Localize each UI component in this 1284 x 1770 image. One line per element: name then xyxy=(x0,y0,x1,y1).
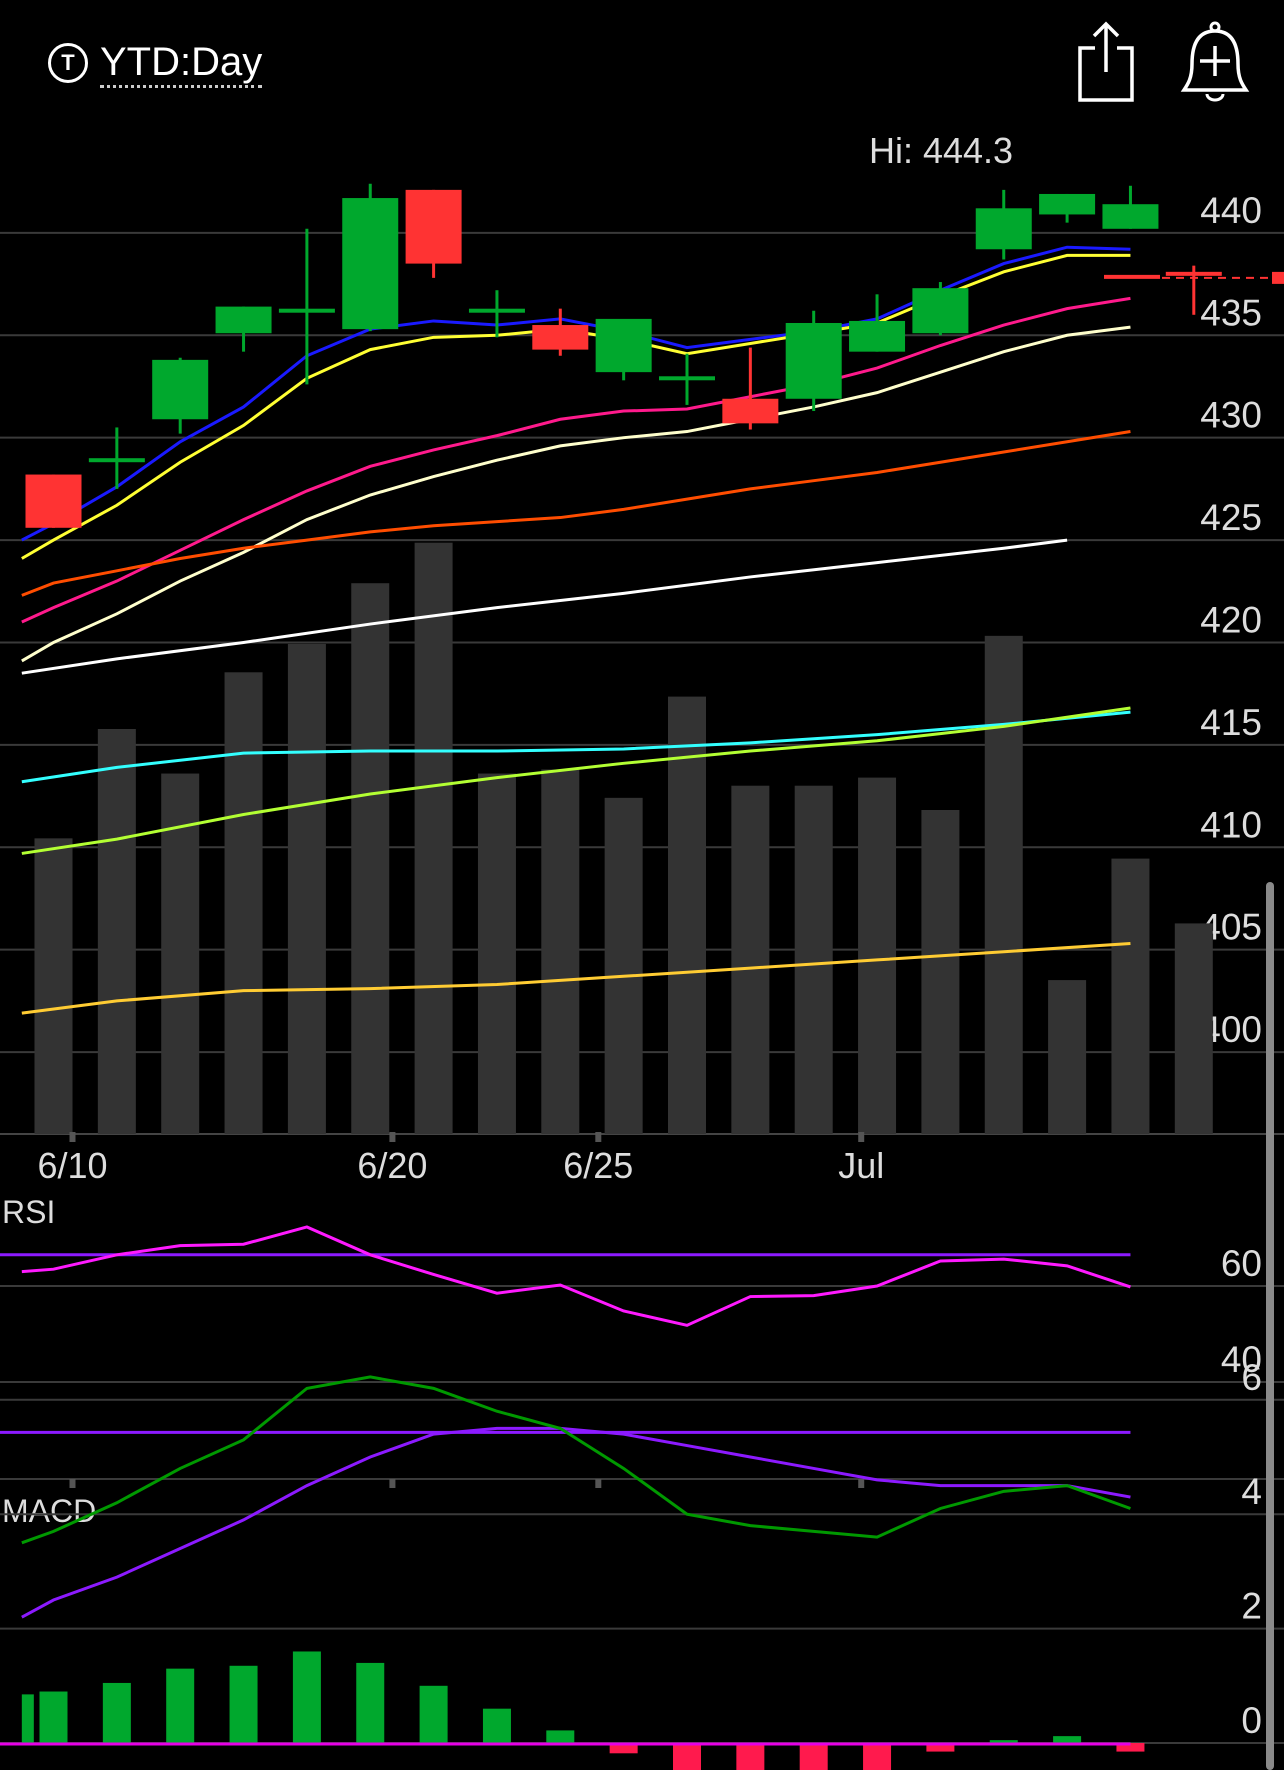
candle-body xyxy=(215,306,272,334)
volume-bar xyxy=(1111,858,1150,1134)
price-tick-label: 410 xyxy=(1200,804,1262,845)
candle-body xyxy=(278,308,335,313)
volume-bar xyxy=(34,838,73,1134)
price-tick-label: 420 xyxy=(1200,599,1262,640)
volume-bar xyxy=(287,643,326,1134)
last-price-marker xyxy=(1272,271,1284,284)
macd-title: MACD xyxy=(2,1493,96,1529)
macd-histogram-bar xyxy=(39,1691,68,1743)
macd-signal-line xyxy=(21,1426,1131,1619)
candle-body xyxy=(88,458,145,463)
macd-histogram-bar xyxy=(673,1743,701,1770)
x-tick-label: 6/25 xyxy=(563,1145,633,1186)
volume-bar xyxy=(477,773,516,1134)
candle-body xyxy=(1039,193,1096,215)
candle-body xyxy=(1102,204,1159,229)
volume-bar xyxy=(794,785,833,1134)
x-tick-label: Jul xyxy=(838,1145,884,1186)
macd-histogram-bar xyxy=(419,1685,448,1743)
macd-tick-label: 6 xyxy=(1241,1357,1262,1398)
volume-bar xyxy=(1048,980,1087,1134)
candle-body xyxy=(468,308,525,313)
price-tick-label: 435 xyxy=(1200,292,1262,333)
x-tick-label: 6/10 xyxy=(37,1145,107,1186)
rsi-title: RSI xyxy=(2,1194,55,1230)
candle-body xyxy=(1165,271,1222,276)
volume-bar xyxy=(858,777,897,1134)
macd-histogram-bar xyxy=(1053,1736,1082,1743)
volume-bar xyxy=(541,769,580,1134)
macd-histogram-bar xyxy=(166,1668,195,1743)
candle-body xyxy=(849,320,906,352)
macd-histogram-bar xyxy=(102,1682,131,1743)
price-tick-label: 440 xyxy=(1200,190,1262,231)
high-annotation: Hi: 444.3 xyxy=(869,130,1013,171)
volume-bar xyxy=(668,696,706,1134)
candle-body xyxy=(25,474,82,528)
macd-tick-label: 4 xyxy=(1241,1471,1262,1512)
vertical-scrollbar[interactable] xyxy=(1266,882,1274,1770)
candle-body xyxy=(595,318,652,373)
candle-body xyxy=(912,288,969,334)
price-tick-label: 415 xyxy=(1200,702,1262,743)
volume-bar xyxy=(224,672,263,1134)
candle-body xyxy=(152,359,209,420)
macd-histogram-bar xyxy=(21,1694,34,1743)
macd-tick-label: 0 xyxy=(1241,1700,1262,1741)
macd-histogram-bar xyxy=(736,1743,765,1770)
macd-tick-label: 2 xyxy=(1241,1586,1262,1627)
volume-bar xyxy=(921,810,960,1134)
macd-histogram-bar xyxy=(482,1708,511,1743)
price-tick-label: 430 xyxy=(1200,395,1262,436)
candle-body xyxy=(532,325,589,350)
macd-histogram-bar xyxy=(799,1743,828,1770)
macd-histogram-bar xyxy=(229,1665,258,1743)
candle-body xyxy=(405,189,462,264)
candle-body xyxy=(785,322,842,399)
candle-body xyxy=(975,208,1032,250)
volume-bar xyxy=(604,797,643,1134)
rsi-tick-label: 60 xyxy=(1221,1243,1262,1284)
volume-bar xyxy=(414,542,453,1134)
volume-bar xyxy=(97,729,136,1134)
volume-bar xyxy=(1174,923,1213,1134)
rsi-line xyxy=(21,1225,1131,1327)
macd-histogram-bar xyxy=(356,1662,385,1743)
candle-body xyxy=(342,198,399,330)
price-chart[interactable]: 4404354304254204154104054006/10 6/20 6/25 J… xyxy=(0,0,1284,1770)
candle-body xyxy=(722,398,779,424)
price-tick-label: 425 xyxy=(1200,497,1262,538)
candle-body xyxy=(659,376,715,381)
macd-line xyxy=(21,1375,1131,1545)
volume-bar xyxy=(984,635,1023,1134)
x-tick-label: 6/20 xyxy=(357,1145,427,1186)
volume-bar xyxy=(351,583,390,1134)
macd-histogram-bar xyxy=(863,1743,892,1770)
macd-histogram-bar xyxy=(292,1651,321,1743)
volume-bar xyxy=(731,785,770,1134)
macd-histogram-bar xyxy=(546,1730,575,1743)
